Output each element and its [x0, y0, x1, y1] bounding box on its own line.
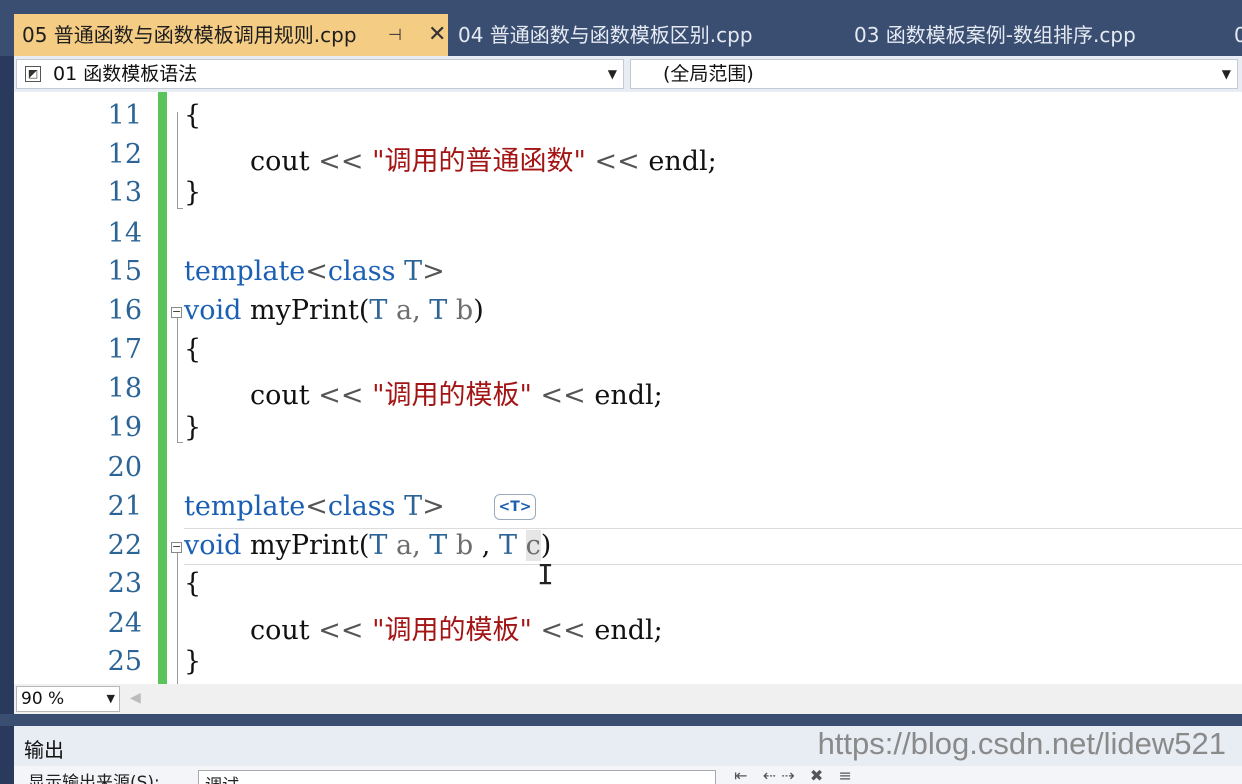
line-number: 14 — [107, 218, 142, 249]
code-line: } — [184, 412, 202, 443]
tab-label: 05 普通函数与函数模板调用规则.cpp — [22, 23, 357, 47]
scope-guide — [177, 553, 178, 684]
fold-toggle-icon[interactable]: − — [171, 541, 182, 553]
output-panel-title: 输出 — [24, 738, 64, 762]
fold-toggle-icon[interactable]: − — [171, 306, 182, 318]
tab-label: 04 普通函数与函数模板区别.cpp — [458, 23, 753, 47]
change-tracking-bar — [158, 92, 167, 684]
chevron-down-icon[interactable]: ▼ — [1222, 60, 1231, 88]
editor-status-bar: 90 % ▼ ◀ — [14, 684, 1242, 714]
line-number: 24 — [107, 608, 142, 639]
line-number: 18 — [107, 373, 142, 404]
output-toolbar: 显示输出来源(S): 调试 ⇤ ⇠ ⇢ ✖ ≡ — [14, 766, 1242, 784]
scope-guide — [177, 318, 178, 442]
line-number: 16 — [107, 295, 142, 326]
pin-icon[interactable]: ⊣ — [388, 14, 402, 56]
code-line: cout << "调用的普通函数" << endl; — [250, 146, 717, 177]
output-toolbar-icons[interactable]: ⇤ ⇠ ⇢ ✖ ≡ — [734, 766, 852, 784]
code-line: void myPrint(T a, T b) — [184, 295, 484, 326]
line-highlight-top — [184, 528, 1242, 529]
chevron-down-icon[interactable]: ▼ — [608, 60, 617, 88]
line-number: 15 — [107, 256, 142, 287]
line-number: 19 — [107, 412, 142, 443]
scope-right-value: (全局范围) — [663, 63, 754, 85]
code-line: } — [184, 646, 202, 677]
navigation-bar: ◩ 01 函数模板语法 ▼ (全局范围) ▼ — [14, 56, 1242, 92]
scroll-left-icon[interactable]: ◀ — [130, 690, 141, 706]
line-number: 22 — [107, 530, 142, 561]
line-highlight-bottom — [184, 564, 1242, 565]
scope-guide — [177, 112, 178, 208]
code-line: void myPrint(T a, T b , T c) — [184, 530, 552, 561]
code-line: } — [184, 177, 202, 208]
code-line: { — [184, 334, 202, 365]
output-source-select[interactable]: 调试 — [198, 770, 716, 784]
document-tab-strip: 05 普通函数与函数模板调用规则.cpp ⊣ ✕ 04 普通函数与函数模板区别.… — [0, 0, 1242, 56]
code-line: cout << "调用的模板" << endl; — [250, 380, 663, 411]
scope-guide-end — [177, 208, 183, 209]
panel-splitter[interactable] — [0, 714, 1242, 726]
template-hint-badge[interactable]: <T> — [494, 494, 536, 520]
line-number: 20 — [107, 452, 142, 483]
chevron-down-icon[interactable]: ▼ — [107, 687, 115, 711]
text-cursor-icon: I — [537, 558, 554, 591]
watermark: https://blog.csdn.net/lidew521 — [817, 726, 1226, 761]
code-line: template<class T> — [184, 491, 445, 522]
tab-05-cpp[interactable]: 05 普通函数与函数模板调用规则.cpp ⊣ ✕ — [14, 14, 448, 56]
close-icon[interactable]: ✕ — [428, 14, 446, 56]
tab-03-cpp[interactable]: 03 函数模板案例-数组排序.cpp — [854, 14, 1136, 56]
code-editor[interactable]: 11 12 13 14 15 16 17 18 19 20 21 22 23 2… — [14, 92, 1242, 684]
code-line: { — [184, 568, 202, 599]
scope-dropdown-project[interactable]: ◩ 01 函数模板语法 ▼ — [16, 59, 624, 89]
project-icon: ◩ — [25, 66, 41, 82]
tab-04-cpp[interactable]: 04 普通函数与函数模板区别.cpp — [458, 14, 753, 56]
line-number: 23 — [107, 568, 142, 599]
scope-left-value: 01 函数模板语法 — [53, 63, 198, 85]
scope-dropdown-global[interactable]: (全局范围) ▼ — [630, 59, 1238, 89]
scope-guide-end — [177, 442, 183, 443]
code-line: { — [184, 100, 202, 131]
line-number: 12 — [107, 139, 142, 170]
output-source-label: 显示输出来源(S): — [28, 773, 160, 784]
zoom-select[interactable]: 90 % ▼ — [16, 686, 120, 712]
tab-label: 0 — [1234, 23, 1242, 47]
line-number: 11 — [107, 100, 142, 131]
tab-overflow[interactable]: 0 — [1234, 14, 1242, 56]
line-number: 13 — [107, 177, 142, 208]
line-number: 21 — [107, 491, 142, 522]
zoom-value: 90 % — [21, 689, 65, 709]
line-number: 17 — [107, 334, 142, 365]
tab-label: 03 函数模板案例-数组排序.cpp — [854, 23, 1136, 47]
line-number: 25 — [107, 646, 142, 677]
code-line: template<class T> — [184, 256, 445, 287]
output-panel-header: 输出 https://blog.csdn.net/lidew521 — [14, 726, 1242, 766]
code-line: cout << "调用的模板" << endl; — [250, 615, 663, 646]
